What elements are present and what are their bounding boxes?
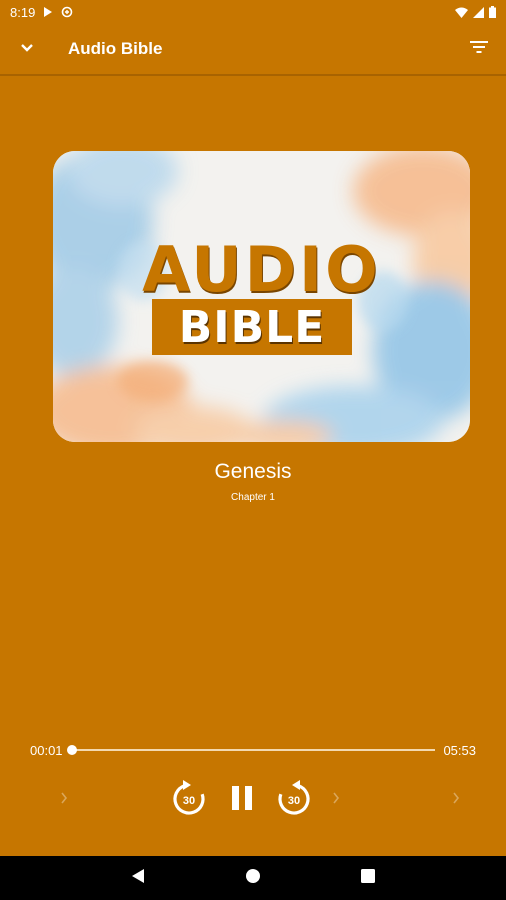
chevron-down-icon [20,40,34,58]
svg-text:30: 30 [183,795,195,807]
cover-title-audio: AUDIO [142,233,381,306]
elapsed-time: 00:01 [30,743,63,758]
previous-button[interactable] [52,788,76,812]
recents-icon [361,868,376,888]
signal-icon [473,6,484,18]
status-time: 8:19 [10,4,36,20]
seek-bar[interactable] [67,745,435,755]
replay-30-icon: 30 [171,779,207,822]
album-cover: AUDIO BIBLE [53,151,470,442]
pause-button[interactable] [226,780,258,820]
nav-recents-button[interactable] [348,858,388,898]
filter-icon [470,40,488,58]
forward-30-button[interactable]: 30 [273,778,315,822]
wifi-icon [455,7,468,18]
cover-title-box: BIBLE [152,299,352,355]
forward-30-icon: 30 [276,779,312,822]
status-bar: 8:19 [0,0,506,24]
track-subtitle: Chapter 1 [231,492,275,503]
chevron-right-icon [332,791,340,809]
chevron-right-icon [60,791,68,809]
filter-button[interactable] [452,23,506,75]
app-title: Audio Bible [68,39,163,58]
total-time: 05:53 [443,743,476,758]
collapse-button[interactable] [0,23,54,75]
pause-icon [230,785,254,816]
home-icon [245,868,261,889]
track-title: Genesis [214,460,292,483]
data-saver-icon [61,6,73,18]
next-button[interactable] [444,788,468,812]
nav-home-button[interactable] [233,858,273,898]
seek-bar-thumb[interactable] [67,745,78,755]
cover-title-bible: BIBLE [178,301,326,353]
back-icon [131,868,145,889]
replay-30-button[interactable]: 30 [168,778,210,822]
system-nav-bar [0,856,506,900]
svg-text:30: 30 [288,795,300,807]
speed-button[interactable] [324,788,348,812]
nav-back-button[interactable] [118,858,158,898]
play-icon [43,7,53,17]
app-bar: Audio Bible [0,24,506,76]
playback-controls: 30 30 [0,772,506,828]
chevron-right-icon [452,791,460,809]
battery-icon [489,6,496,18]
